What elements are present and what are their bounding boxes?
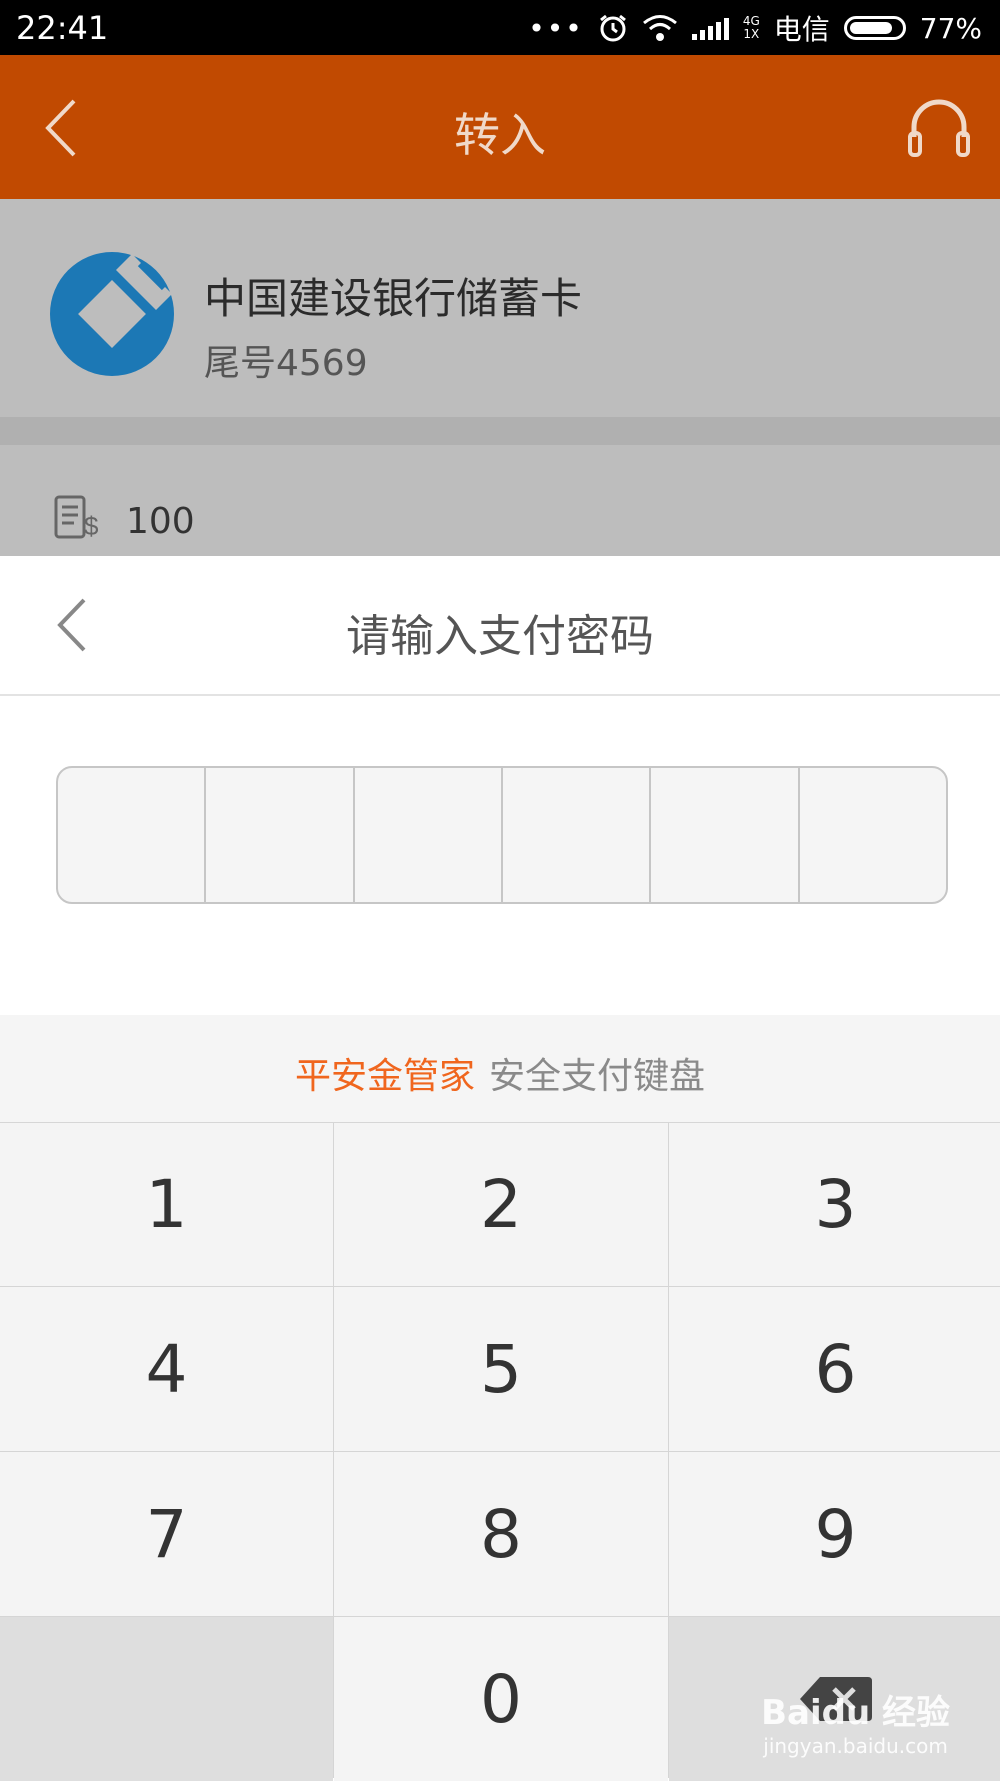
key-3[interactable]: 3 bbox=[669, 1123, 1000, 1286]
watermark: Baidu 经验 jingyan.baidu.com bbox=[761, 1685, 950, 1758]
signal-icon bbox=[691, 16, 729, 40]
ccb-bank-logo bbox=[50, 252, 174, 376]
page-title: 转入 bbox=[454, 108, 546, 162]
key-1[interactable]: 1 bbox=[0, 1123, 333, 1286]
key-8[interactable]: 8 bbox=[334, 1452, 668, 1616]
password-digit-box bbox=[651, 768, 800, 902]
battery-icon bbox=[843, 16, 906, 40]
status-bar: 22:41 ••• 4G 1X 电信 77% bbox=[0, 0, 1000, 55]
key-4[interactable]: 4 bbox=[0, 1287, 333, 1451]
password-digit-box bbox=[206, 768, 355, 902]
amount-value: 100 bbox=[126, 501, 195, 542]
card-tail-number: 尾号4569 bbox=[204, 343, 368, 384]
password-input[interactable] bbox=[56, 766, 948, 904]
bill-dollar-icon: $ bbox=[54, 495, 99, 541]
key-blank bbox=[0, 1617, 333, 1781]
password-digit-box bbox=[800, 768, 946, 902]
more-dots-icon: ••• bbox=[528, 11, 584, 45]
headset-icon[interactable] bbox=[906, 93, 972, 163]
battery-percent: 77% bbox=[919, 11, 982, 45]
password-digit-box bbox=[503, 768, 652, 902]
key-5[interactable]: 5 bbox=[334, 1287, 668, 1451]
key-6[interactable]: 6 bbox=[669, 1287, 1000, 1451]
keyboard-header: 平安金管家 安全支付键盘 bbox=[0, 1015, 1000, 1123]
keyboard-subtitle: 安全支付键盘 bbox=[489, 1056, 706, 1097]
key-7[interactable]: 7 bbox=[0, 1452, 333, 1616]
password-digit-box bbox=[355, 768, 503, 902]
amount-row: $ 100 bbox=[0, 445, 1000, 556]
bank-card-row[interactable]: 中国建设银行储蓄卡 尾号4569 bbox=[0, 199, 1000, 417]
password-digit-box bbox=[58, 768, 207, 902]
app-header: 转入 bbox=[0, 55, 1000, 199]
section-divider bbox=[0, 417, 1000, 445]
network-type: 4G 1X bbox=[742, 14, 760, 41]
svg-text:$: $ bbox=[84, 511, 99, 541]
numeric-keypad: 1 2 3 4 5 6 7 8 9 0 bbox=[0, 1123, 1000, 1781]
carrier-label: 电信 bbox=[773, 13, 830, 46]
key-0[interactable]: 0 bbox=[334, 1617, 668, 1781]
key-9[interactable]: 9 bbox=[669, 1452, 1000, 1616]
watermark-sub: jingyan.baidu.com bbox=[763, 1734, 948, 1758]
watermark-main: Baidu 经验 bbox=[761, 1693, 950, 1733]
bank-name: 中国建设银行储蓄卡 bbox=[204, 274, 583, 323]
key-2[interactable]: 2 bbox=[334, 1123, 668, 1286]
alarm-icon bbox=[599, 14, 626, 42]
wifi-icon bbox=[642, 15, 677, 41]
status-time: 22:41 bbox=[16, 9, 109, 47]
keyboard-brand: 平安金管家 bbox=[294, 1056, 475, 1097]
password-title: 请输入支付密码 bbox=[346, 611, 654, 662]
password-panel: 请输入支付密码 bbox=[0, 556, 1000, 1015]
password-header: 请输入支付密码 bbox=[0, 556, 1000, 696]
status-icons: ••• 4G 1X 电信 77% bbox=[528, 8, 982, 48]
